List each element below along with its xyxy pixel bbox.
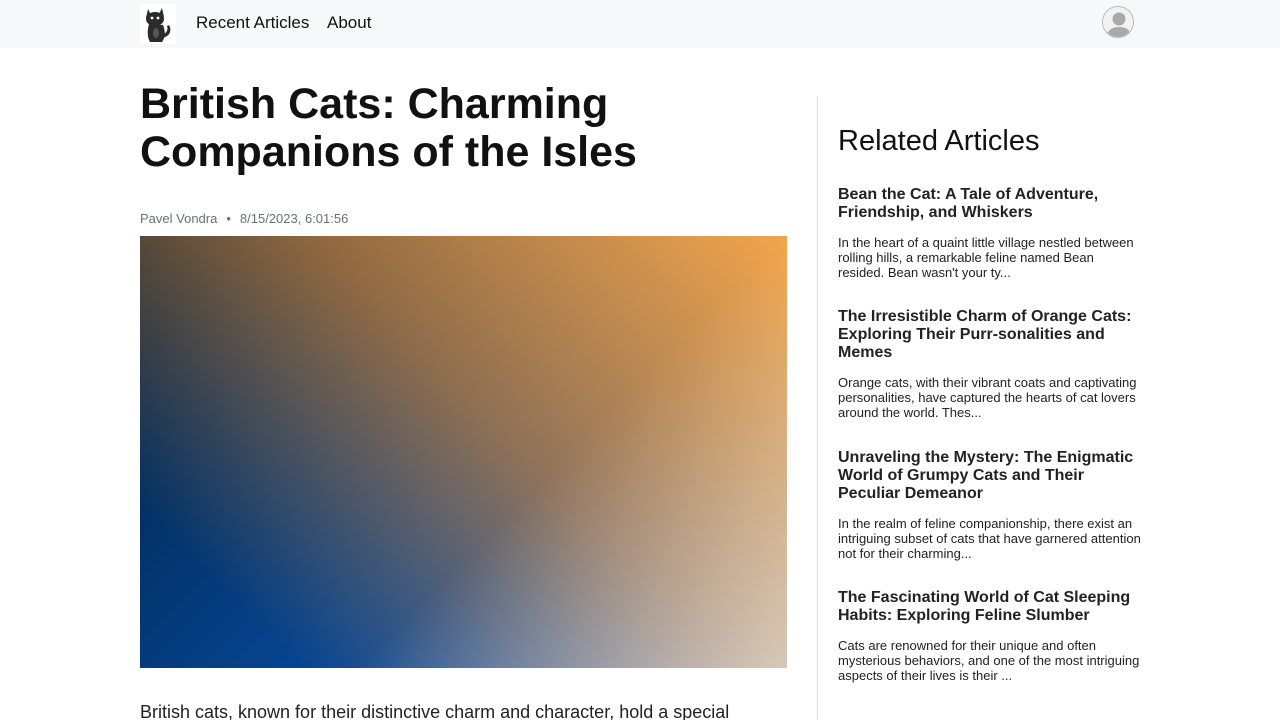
user-avatar-button[interactable] <box>1102 6 1134 38</box>
article-hero-image <box>140 236 787 668</box>
meta-separator: • <box>226 211 231 226</box>
article-meta: Pavel Vondra • 8/15/2023, 6:01:56 <box>140 211 348 227</box>
related-article-item: The Irresistible Charm of Orange Cats: E… <box>838 308 1143 420</box>
nav-link-recent-articles[interactable]: Recent Articles <box>196 13 309 33</box>
cat-logo-icon <box>146 8 171 42</box>
related-article-item: Unraveling the Mystery: The Enigmatic Wo… <box>838 449 1143 561</box>
related-article-title-link[interactable]: Bean the Cat: A Tale of Adventure, Frien… <box>838 186 1143 222</box>
related-article-title-link[interactable]: Unraveling the Mystery: The Enigmatic Wo… <box>838 449 1143 503</box>
article-author: Pavel Vondra <box>140 211 218 226</box>
article-date: 8/15/2023, 6:01:56 <box>239 211 349 226</box>
related-articles-heading: Related Articles <box>838 125 1040 157</box>
column-divider <box>817 96 818 720</box>
related-article-excerpt: Orange cats, with their vibrant coats an… <box>838 375 1137 420</box>
nav-link-about[interactable]: About <box>327 13 371 33</box>
top-navbar: Recent Articles About <box>0 0 1280 48</box>
related-article-title-link[interactable]: The Fascinating World of Cat Sleeping Ha… <box>838 589 1143 625</box>
related-article-item: The Fascinating World of Cat Sleeping Ha… <box>838 589 1143 683</box>
home-logo-link[interactable] <box>140 4 176 44</box>
related-article-excerpt: In the heart of a quaint little village … <box>838 235 1134 280</box>
related-article-title-link[interactable]: The Irresistible Charm of Orange Cats: E… <box>838 308 1143 362</box>
related-article-item: Bean the Cat: A Tale of Adventure, Frien… <box>838 186 1143 280</box>
user-avatar-icon <box>1103 7 1133 37</box>
article-intro-paragraph: British cats, known for their distinctiv… <box>140 702 730 720</box>
related-article-excerpt: In the realm of feline companionship, th… <box>838 516 1141 561</box>
related-article-excerpt: Cats are renowned for their unique and o… <box>838 638 1140 683</box>
article-title: British Cats: Charming Companions of the… <box>140 80 637 176</box>
